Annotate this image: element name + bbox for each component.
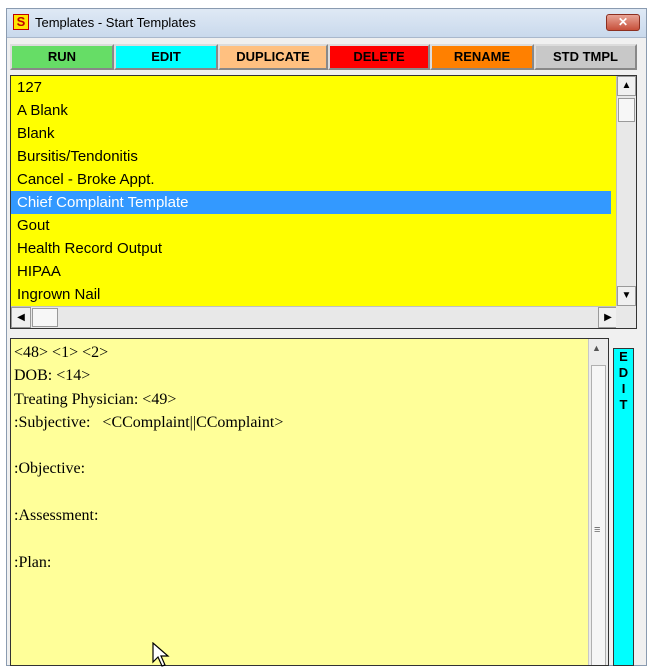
list-item[interactable]: Cancel - Broke Appt. <box>11 168 611 191</box>
edit-side-letter: I <box>621 381 626 396</box>
editor-line: :Plan: <box>14 553 52 571</box>
edit-side-letter: T <box>619 397 628 412</box>
list-item[interactable]: Health Record Output <box>11 237 611 260</box>
list-item[interactable]: 127 <box>11 76 611 99</box>
duplicate-button[interactable]: DUPLICATE <box>218 44 328 70</box>
list-item[interactable]: Bursitis/Tendonitis <box>11 145 611 168</box>
scroll-right-icon[interactable]: ▶ <box>598 307 618 328</box>
list-item[interactable]: Ingrown Nail <box>11 283 611 306</box>
scroll-corner <box>616 306 636 328</box>
editor-text[interactable]: <48> <1> <2> DOB: <14> Treating Physicia… <box>14 341 574 574</box>
template-editor[interactable]: <48> <1> <2> DOB: <14> Treating Physicia… <box>10 338 609 666</box>
edit-side-button[interactable]: E D I T <box>613 348 634 666</box>
list-item[interactable]: Gout <box>11 214 611 237</box>
list-item[interactable]: Blank <box>11 122 611 145</box>
list-item[interactable]: A Blank <box>11 99 611 122</box>
list-vertical-scrollbar[interactable]: ▲ ▼ <box>616 76 636 306</box>
mouse-pointer-icon <box>152 642 170 667</box>
app-icon: S <box>13 14 29 30</box>
list-item-selected[interactable]: Chief Complaint Template <box>11 191 611 214</box>
edit-side-letter: E <box>619 349 628 364</box>
editor-line: :Objective: <box>14 460 86 478</box>
template-list-items: 127 A Blank Blank Bursitis/Tendonitis Ca… <box>11 76 611 306</box>
editor-scroll-thumb[interactable]: ≡ <box>591 365 606 665</box>
scroll-thumb[interactable] <box>618 98 635 122</box>
scroll-up-icon[interactable]: ▲ <box>617 76 636 96</box>
template-list[interactable]: 127 A Blank Blank Bursitis/Tendonitis Ca… <box>10 75 637 329</box>
editor-vertical-scrollbar[interactable]: ▲ ≡ <box>588 339 608 665</box>
scroll-up-icon[interactable]: ▲ <box>592 343 601 353</box>
scroll-left-icon[interactable]: ◀ <box>11 307 31 328</box>
hscroll-thumb[interactable] <box>32 308 58 327</box>
editor-line: <48> <1> <2> <box>14 344 109 361</box>
close-button[interactable]: ✕ <box>606 14 640 31</box>
grip-icon: ≡ <box>594 524 601 536</box>
run-button[interactable]: RUN <box>10 44 114 70</box>
delete-button[interactable]: DELETE <box>328 44 430 70</box>
list-horizontal-scrollbar[interactable]: ◀ ▶ <box>11 306 618 328</box>
rename-button[interactable]: RENAME <box>430 44 534 70</box>
list-item[interactable]: HIPAA <box>11 260 611 283</box>
edit-side-letter: D <box>618 365 629 380</box>
toolbar: RUN EDIT DUPLICATE DELETE RENAME STD TMP… <box>10 44 637 70</box>
editor-line: Treating Physician: <49> <box>14 390 177 408</box>
editor-line: :Assessment: <box>14 507 99 525</box>
scroll-down-icon[interactable]: ▼ <box>617 286 636 306</box>
editor-line: :Subjective: <CComplaint||CComplaint> <box>14 413 284 431</box>
editor-line: DOB: <14> <box>14 367 91 385</box>
edit-button[interactable]: EDIT <box>114 44 218 70</box>
std-tmpl-button[interactable]: STD TMPL <box>534 44 637 70</box>
title-bar[interactable]: S Templates - Start Templates ✕ <box>7 9 646 38</box>
window-title: Templates - Start Templates <box>35 15 196 30</box>
